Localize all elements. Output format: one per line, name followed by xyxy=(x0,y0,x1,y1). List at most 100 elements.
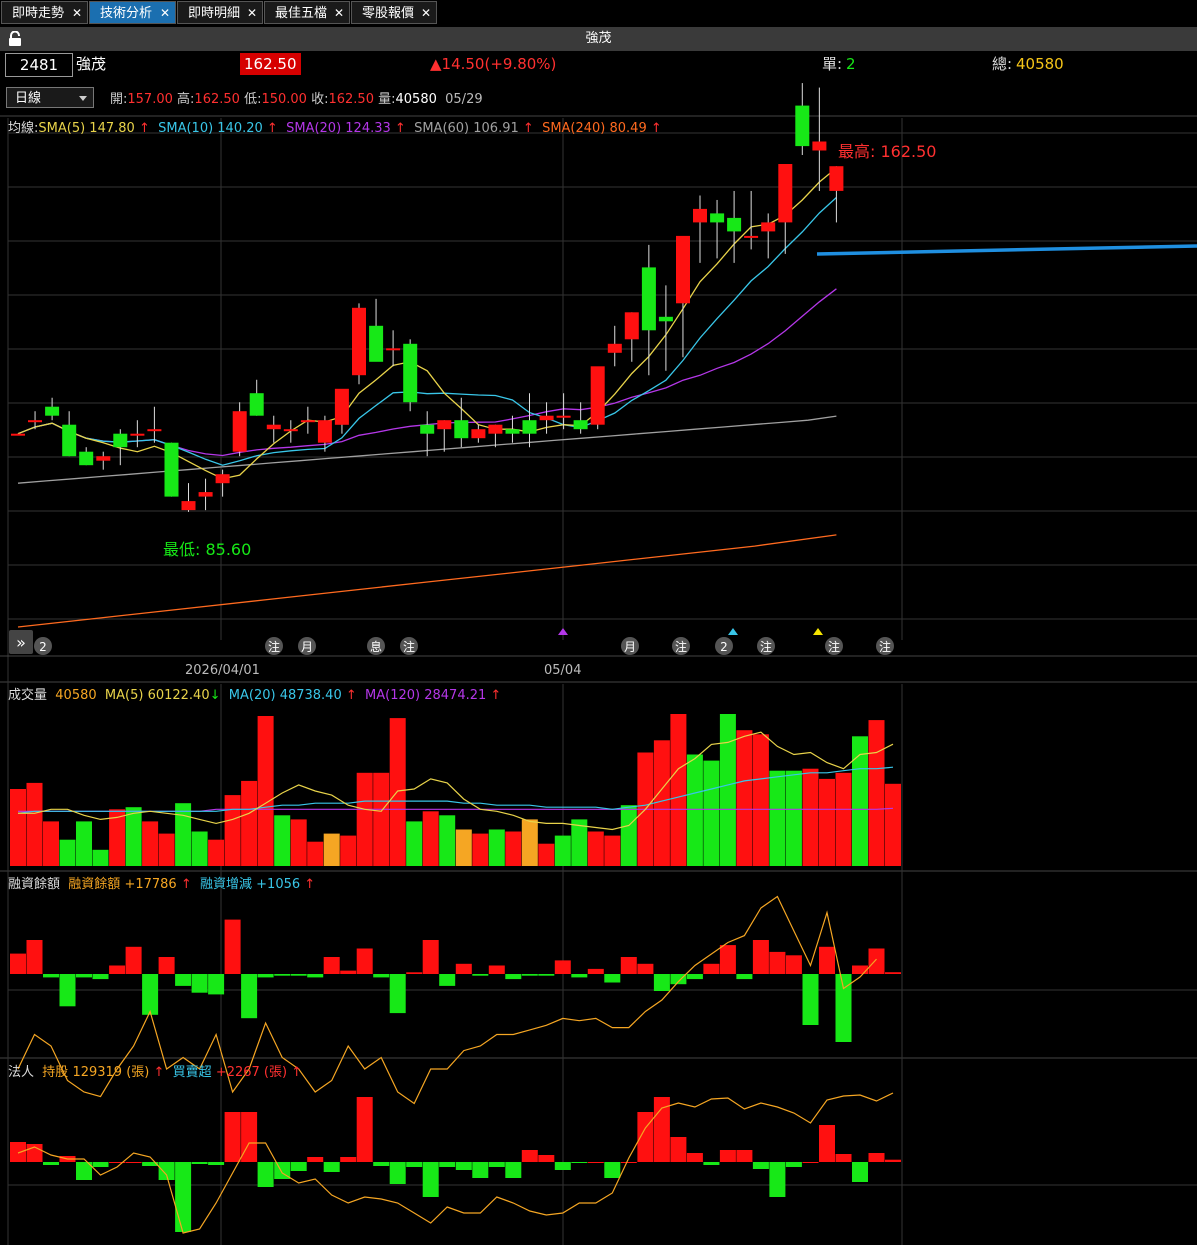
margin-change-bar xyxy=(620,957,637,974)
margin-change-bar xyxy=(340,970,357,974)
candle-body xyxy=(744,235,759,238)
event-marker-label: 注 xyxy=(675,639,687,654)
candle-body xyxy=(300,420,315,423)
candle-body xyxy=(215,474,230,484)
institutional-net-bar xyxy=(208,1162,225,1165)
institutional-net-bar xyxy=(703,1162,720,1165)
candle-body xyxy=(573,420,588,430)
volume-bar xyxy=(340,835,357,866)
volume-bar xyxy=(538,843,555,866)
margin-change-bar xyxy=(323,957,340,974)
margin-change-bar xyxy=(208,974,225,995)
institutional-net-bar xyxy=(819,1125,835,1162)
volume-bar xyxy=(752,734,769,866)
volume-bar xyxy=(125,807,142,866)
margin-legend: 融資餘額 融資餘額 +17786 ↑ 融資增減 +1056 ↑ xyxy=(8,873,315,892)
institutional-net-bar xyxy=(257,1162,274,1187)
sma60-legend: SMA(60) 106.91 ↑ xyxy=(414,121,534,136)
margin-change-label: 融資增減 xyxy=(200,877,253,892)
institutional-net-bar xyxy=(10,1142,26,1162)
candle-body xyxy=(181,501,196,511)
candle-body xyxy=(607,343,622,353)
event-marker-label: 2 xyxy=(720,640,728,654)
margin-change-bar xyxy=(356,948,373,974)
candle-body xyxy=(11,433,25,436)
margin-change-bar xyxy=(274,974,291,976)
margin-change-bar xyxy=(769,951,786,974)
volume-bar xyxy=(554,835,571,866)
institutional-net-bar xyxy=(868,1153,885,1162)
volume-bar xyxy=(290,819,307,866)
volume-bar xyxy=(455,829,472,866)
volume-bar xyxy=(241,780,258,866)
candle-body xyxy=(403,343,418,403)
volume-bar xyxy=(257,716,274,866)
candle-body xyxy=(369,325,384,362)
volume-bar xyxy=(703,760,720,866)
institutional-net-bar xyxy=(769,1162,786,1197)
event-triangle xyxy=(558,628,568,635)
volume-bar xyxy=(587,831,604,866)
institutional-net-bar xyxy=(191,1162,208,1164)
margin-change-bar xyxy=(637,963,654,974)
up-arrow-icon: ↑ xyxy=(291,1065,303,1080)
candle-body xyxy=(454,420,469,439)
margin-balance-label: 融資餘額 xyxy=(68,877,121,892)
margin-change-bar xyxy=(852,965,868,974)
margin-change-bar xyxy=(752,940,769,974)
institutional-net-bar xyxy=(885,1159,901,1162)
volume-bar xyxy=(620,805,637,866)
volume-bar xyxy=(488,829,505,866)
candle-body xyxy=(147,429,162,432)
candle-body xyxy=(96,456,111,461)
inst-net-value: +2267 (張) xyxy=(215,1065,288,1080)
institutional-net-bar xyxy=(835,1154,852,1162)
margin-title: 融資餘額 xyxy=(8,877,61,892)
volume-bar xyxy=(521,819,538,866)
margin-change-bar xyxy=(587,968,604,974)
sma60-value: SMA(60) 106.91 xyxy=(414,121,519,136)
candle-body xyxy=(45,406,60,416)
institutional-net-bar xyxy=(736,1150,753,1162)
up-arrow-icon: ↑ xyxy=(138,121,150,136)
candle-body xyxy=(283,429,298,432)
up-arrow-icon: ↑ xyxy=(650,121,662,136)
volume-bar xyxy=(653,740,670,866)
margin-change-bar xyxy=(142,974,159,1015)
sma240-value: SMA(240) 80.49 xyxy=(542,121,647,136)
candle-body xyxy=(710,213,725,223)
candle-body xyxy=(539,415,554,421)
technical-chart[interactable]: 2 注 月 息 注 月 注 2 注 注 注 » xyxy=(0,0,1197,1245)
volume-bar xyxy=(323,833,340,866)
margin-change-bar xyxy=(109,965,126,974)
institutional-net-bar xyxy=(92,1162,109,1167)
up-arrow-icon: ↑ xyxy=(345,688,357,703)
margin-change-bar xyxy=(719,945,736,974)
margin-change-bar xyxy=(307,974,324,978)
institutional-net-bar xyxy=(505,1162,522,1178)
candle-body xyxy=(658,316,673,322)
margin-change-bar xyxy=(175,974,192,986)
institutional-net-bar xyxy=(373,1162,390,1166)
institutional-net-bar xyxy=(158,1162,175,1180)
candle-body xyxy=(488,424,503,434)
margin-change-bar xyxy=(819,946,835,974)
candle-body xyxy=(522,420,537,434)
institutional-net-bar xyxy=(587,1162,604,1163)
margin-change-bar xyxy=(76,974,92,978)
volume-bar xyxy=(356,772,373,866)
margin-change-bar xyxy=(10,953,26,974)
volume-bar xyxy=(175,803,192,866)
volume-bar xyxy=(604,835,621,866)
candle-body xyxy=(641,267,656,331)
margin-change-bar xyxy=(785,955,802,974)
volume-bar xyxy=(505,831,522,866)
margin-change-bar xyxy=(406,972,423,974)
candle-body xyxy=(198,492,213,497)
margin-change-bar xyxy=(802,974,819,1025)
event-marker-label: 息 xyxy=(370,639,382,654)
margin-change-bar xyxy=(604,974,621,983)
volume-bar xyxy=(769,770,786,866)
institutional-net-bar xyxy=(472,1162,489,1178)
institutional-net-bar xyxy=(488,1162,505,1167)
